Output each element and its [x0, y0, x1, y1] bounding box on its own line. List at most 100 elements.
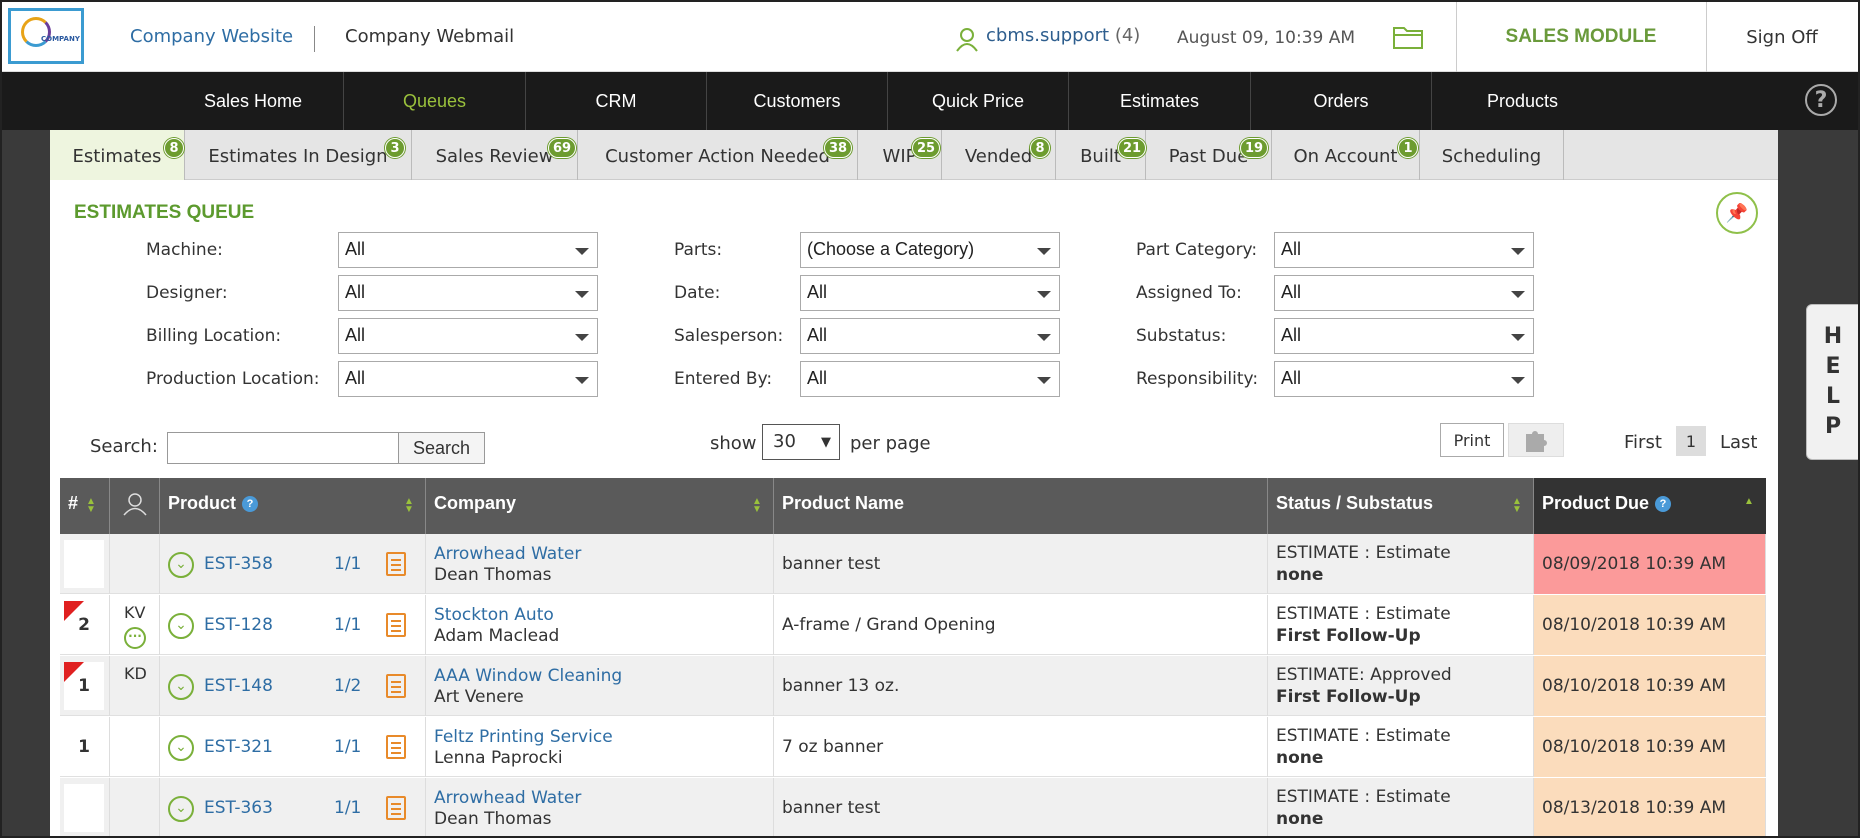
- document-icon[interactable]: [386, 674, 406, 698]
- search-button[interactable]: Search: [398, 432, 485, 464]
- nav-customers[interactable]: Customers: [707, 72, 888, 130]
- estimate-link[interactable]: EST-128: [204, 615, 273, 635]
- tab-count-badge: 21: [1118, 138, 1147, 158]
- user-account-link[interactable]: cbms.support (4): [986, 25, 1140, 46]
- tab-sales-review[interactable]: Sales Review 69: [412, 130, 578, 180]
- last-page-link[interactable]: Last: [1720, 432, 1758, 453]
- assignee-initials: KV: [124, 603, 146, 622]
- tab-past-due[interactable]: Past Due 19: [1146, 130, 1272, 180]
- module-title: SALES MODULE: [1505, 26, 1657, 47]
- item-count-link[interactable]: 1/1: [334, 554, 361, 574]
- part-category-select[interactable]: All: [1274, 232, 1534, 268]
- nav-queues[interactable]: Queues: [344, 72, 526, 130]
- expand-chevron-icon[interactable]: ⌄: [168, 613, 194, 639]
- table-row[interactable]: 2 KV ··· ⌄ EST-128 1/1 Stockton Auto Adam Macle…: [60, 595, 1766, 655]
- entered-by-select[interactable]: All: [800, 361, 1060, 397]
- col-product-name[interactable]: Product Name: [774, 478, 1268, 534]
- designer-select[interactable]: All: [338, 275, 598, 311]
- filter-label: Assigned To:: [1136, 283, 1242, 303]
- item-count-link[interactable]: 1/2: [334, 676, 361, 696]
- col-product[interactable]: Product? ▲ ▼: [160, 478, 426, 534]
- col-company[interactable]: Company ▲ ▼: [426, 478, 774, 534]
- nav-crm[interactable]: CRM: [526, 72, 707, 130]
- assigned-to-select[interactable]: All: [1274, 275, 1534, 311]
- col-number[interactable]: # ▲ ▼: [60, 478, 110, 534]
- item-count-link[interactable]: 1/1: [334, 798, 361, 818]
- tab-count-badge: 25: [912, 138, 941, 158]
- estimate-link[interactable]: EST-358: [204, 554, 273, 574]
- production-location-select[interactable]: All: [338, 361, 598, 397]
- company-link[interactable]: Arrowhead Water: [434, 788, 581, 808]
- tab-wip[interactable]: WIP 25: [858, 130, 942, 180]
- estimate-link[interactable]: EST-363: [204, 798, 273, 818]
- document-icon[interactable]: [386, 735, 406, 759]
- item-count-link[interactable]: 1/1: [334, 737, 361, 757]
- table-row[interactable]: ⌄ EST-363 1/1 Arrowhead Water Dean Thomas ban…: [60, 778, 1766, 836]
- contact-name: Adam Maclead: [434, 626, 560, 646]
- salesperson-select[interactable]: All: [800, 318, 1060, 354]
- expand-chevron-icon[interactable]: ⌄: [168, 796, 194, 822]
- table-row[interactable]: 1 ⌄ EST-321 1/1 Feltz Printing Service Lenna …: [60, 717, 1766, 777]
- chevron-down-icon: [575, 248, 589, 255]
- company-link[interactable]: Feltz Printing Service: [434, 727, 613, 747]
- info-icon[interactable]: ?: [242, 496, 259, 512]
- tab-on-account[interactable]: On Account 1: [1272, 130, 1420, 180]
- help-side-tab[interactable]: H E L P: [1806, 304, 1858, 460]
- table-row[interactable]: ⌄ EST-358 1/1 Arrowhead Water Dean Thomas ban…: [60, 534, 1766, 594]
- search-label: Search:: [90, 436, 158, 457]
- puzzle-icon[interactable]: [1508, 423, 1564, 457]
- responsibility-select[interactable]: All: [1274, 361, 1534, 397]
- first-page-link[interactable]: First: [1624, 432, 1662, 453]
- nav-estimates[interactable]: Estimates: [1069, 72, 1251, 130]
- document-icon[interactable]: [386, 613, 406, 637]
- info-icon[interactable]: ?: [1655, 496, 1672, 512]
- company-link[interactable]: Stockton Auto: [434, 605, 554, 625]
- date-select[interactable]: All: [800, 275, 1060, 311]
- tab-count-badge: 1: [1398, 138, 1418, 158]
- expand-chevron-icon[interactable]: ⌄: [168, 674, 194, 700]
- machine-select[interactable]: All: [338, 232, 598, 268]
- company-logo[interactable]: COMPANY: [8, 8, 84, 64]
- column-label: Status / Substatus: [1276, 493, 1434, 513]
- select-value: All: [807, 325, 828, 345]
- per-page-select[interactable]: 30 ▼: [762, 424, 840, 460]
- tab-estimates-in-design[interactable]: Estimates In Design 3: [185, 130, 412, 180]
- item-count-link[interactable]: 1/1: [334, 615, 361, 635]
- nav-sales-home[interactable]: Sales Home: [163, 72, 344, 130]
- nav-orders[interactable]: Orders: [1251, 72, 1432, 130]
- pin-icon[interactable]: 📌: [1716, 192, 1758, 234]
- search-input[interactable]: [167, 432, 400, 464]
- tab-scheduling[interactable]: Scheduling: [1420, 130, 1564, 180]
- col-status[interactable]: Status / Substatus ▲ ▼: [1268, 478, 1534, 534]
- current-page[interactable]: 1: [1676, 426, 1706, 456]
- nav-quick-price[interactable]: Quick Price: [888, 72, 1069, 130]
- company-link[interactable]: Arrowhead Water: [434, 544, 581, 564]
- substatus-select[interactable]: All: [1274, 318, 1534, 354]
- company-link[interactable]: AAA Window Cleaning: [434, 666, 622, 686]
- expand-chevron-icon[interactable]: ⌄: [168, 735, 194, 761]
- company-webmail-link[interactable]: Company Webmail: [345, 26, 514, 47]
- tab-customer-action-needed[interactable]: Customer Action Needed 38: [578, 130, 858, 180]
- tab-count-badge: 3: [385, 138, 405, 158]
- document-icon[interactable]: [386, 796, 406, 820]
- parts-select[interactable]: (Choose a Category): [800, 232, 1060, 268]
- tab-estimates[interactable]: Estimates 8: [50, 130, 185, 180]
- tab-vended[interactable]: Vended 8: [942, 130, 1056, 180]
- document-icon[interactable]: [386, 552, 406, 576]
- estimate-link[interactable]: EST-321: [204, 737, 273, 757]
- print-button[interactable]: Print: [1440, 423, 1504, 457]
- expand-chevron-icon[interactable]: ⌄: [168, 552, 194, 578]
- nav-products[interactable]: Products: [1432, 72, 1613, 130]
- folder-icon[interactable]: [1392, 24, 1424, 50]
- table-row[interactable]: 1 KD ⌄ EST-148 1/2 AAA Window Cleaning Art Ven…: [60, 656, 1766, 716]
- sign-off-button[interactable]: Sign Off: [1706, 2, 1858, 72]
- estimate-link[interactable]: EST-148: [204, 676, 273, 696]
- product-name: banner test: [782, 798, 881, 818]
- col-product-due[interactable]: Product Due? ▲: [1534, 478, 1766, 534]
- billing-location-select[interactable]: All: [338, 318, 598, 354]
- app-window: COMPANY Company Website Company Webmail …: [0, 0, 1860, 838]
- help-question-icon[interactable]: ?: [1805, 84, 1837, 116]
- tab-built[interactable]: Built 21: [1056, 130, 1147, 180]
- more-options-icon[interactable]: ···: [124, 627, 146, 649]
- company-website-link[interactable]: Company Website: [130, 26, 293, 47]
